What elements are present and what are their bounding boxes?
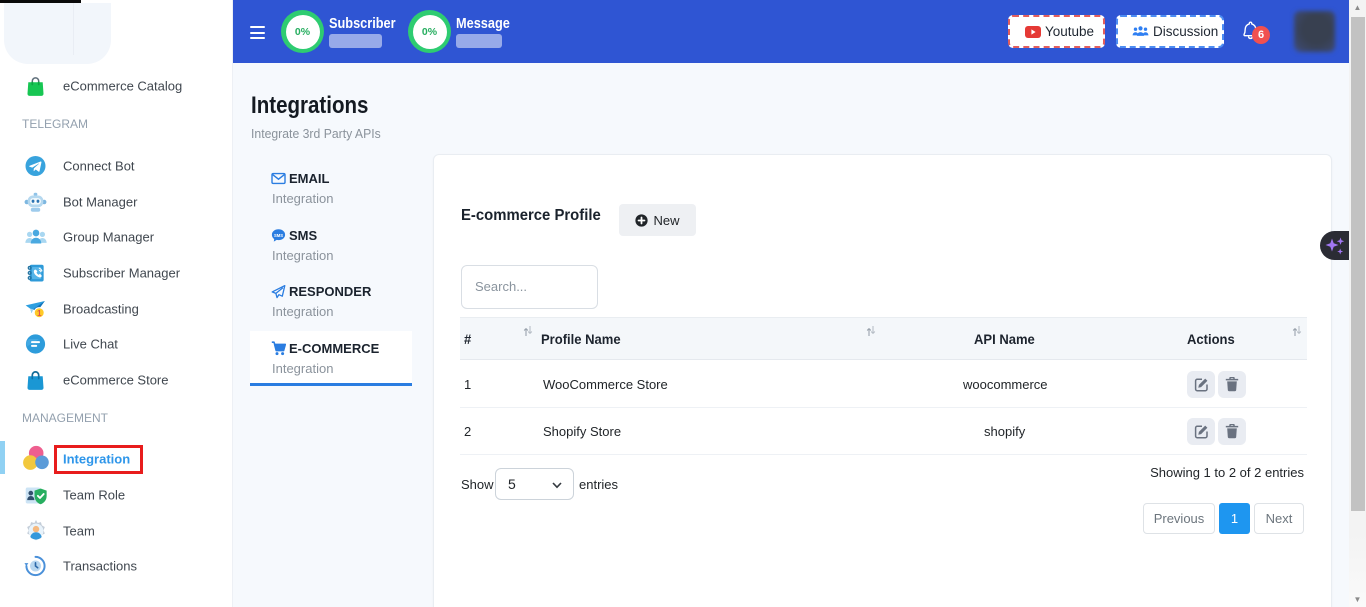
svg-text:SMS: SMS	[274, 232, 283, 237]
svg-text:1: 1	[37, 308, 42, 317]
